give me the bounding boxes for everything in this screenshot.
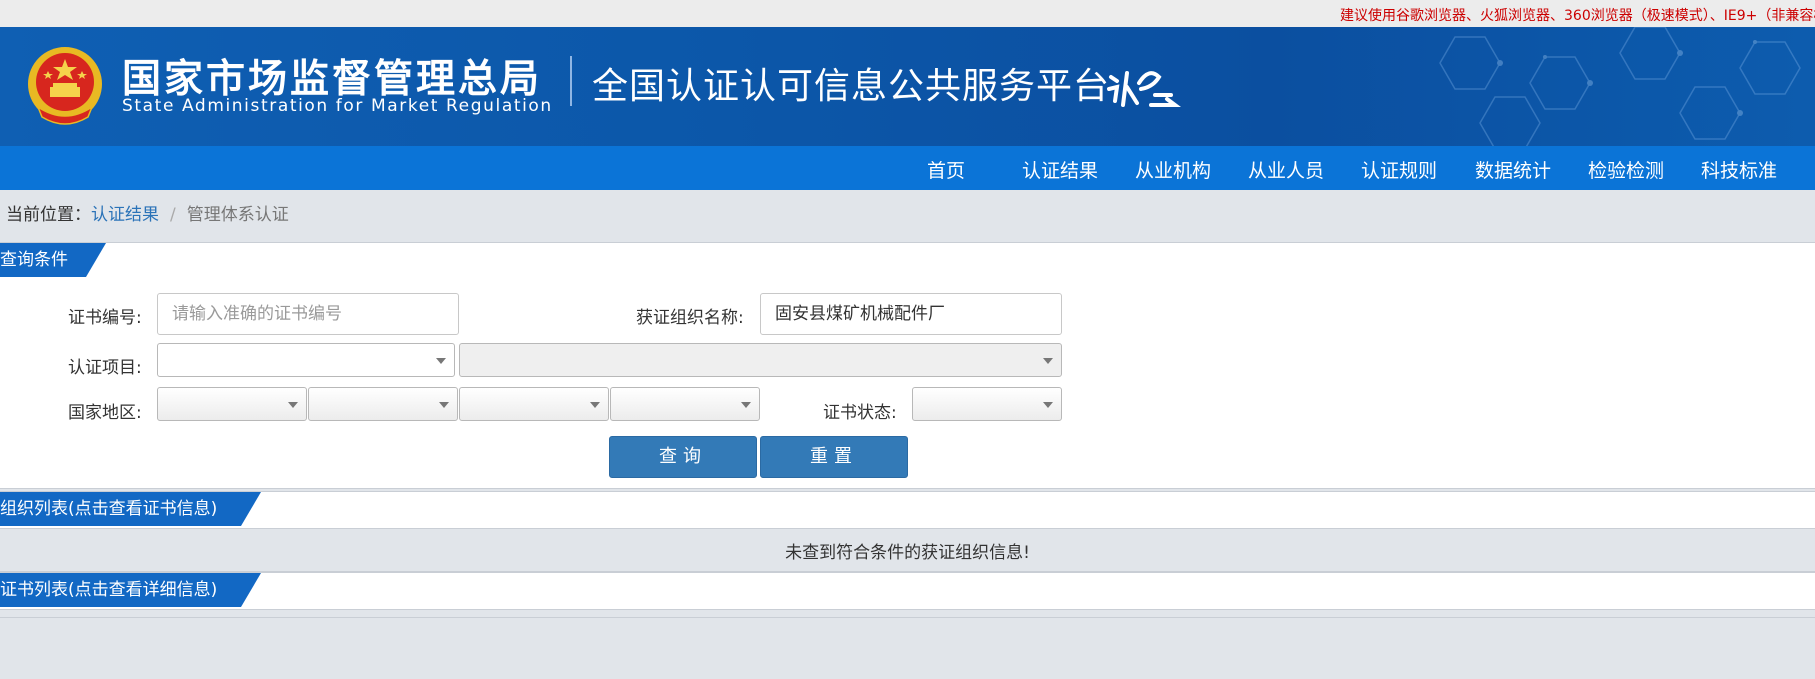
- chevron-down-icon: [590, 402, 600, 408]
- region-select-city[interactable]: [459, 387, 609, 421]
- chevron-down-icon: [1043, 358, 1053, 364]
- query-panel-title: 查询条件: [0, 243, 106, 277]
- org-name-label: 获证组织名称:: [636, 308, 744, 328]
- reset-button[interactable]: 重置: [760, 436, 908, 478]
- nav-inspection[interactable]: 检验检测: [1588, 156, 1664, 183]
- nav-home[interactable]: 首页: [927, 156, 965, 183]
- cert-status-select[interactable]: [912, 387, 1062, 421]
- header-divider: [570, 56, 572, 106]
- hexagon-pattern-decoration: [1439, 27, 1801, 146]
- chevron-down-icon: [741, 402, 751, 408]
- cert-project-select[interactable]: [157, 343, 455, 377]
- nav-institutions[interactable]: 从业机构: [1135, 156, 1211, 183]
- search-button[interactable]: 查询: [609, 436, 757, 478]
- region-select-province[interactable]: [308, 387, 458, 421]
- nav-statistics[interactable]: 数据统计: [1475, 156, 1551, 183]
- region-label: 国家地区:: [68, 403, 142, 423]
- cert-project-label: 认证项目:: [68, 358, 142, 378]
- region-select-district[interactable]: [610, 387, 760, 421]
- breadcrumb-link-cert-results[interactable]: 认证结果: [91, 205, 159, 225]
- platform-title: 全国认证认可信息公共服务平台: [592, 66, 1111, 107]
- org-name-input[interactable]: 固安县煤矿机械配件厂: [760, 293, 1062, 335]
- national-emblem-icon: [28, 47, 102, 125]
- content-bottom-divider: [0, 617, 1815, 618]
- breadcrumb-separator: /: [170, 205, 176, 225]
- nav-tech-standards[interactable]: 科技标准: [1701, 156, 1777, 183]
- org-list-panel: 组织列表(点击查看证书信息): [0, 491, 1815, 529]
- org-list-empty-message: 未查到符合条件的获证组织信息!: [0, 536, 1815, 572]
- cert-list-title: 证书列表(点击查看详细信息): [0, 573, 261, 607]
- nav-personnel[interactable]: 从业人员: [1248, 156, 1324, 183]
- org-list-title: 组织列表(点击查看证书信息): [0, 492, 261, 526]
- browser-notice-text: 建议使用谷歌浏览器、火狐浏览器、360浏览器（极速模式）、IE9+（非兼容模式）: [1340, 8, 1815, 24]
- cert-status-label: 证书状态:: [823, 403, 897, 423]
- chevron-down-icon: [436, 358, 446, 364]
- breadcrumb: 当前位置：认证结果 / 管理体系认证: [6, 200, 289, 225]
- header-banner: 国家市场监督管理总局 State Administration for Mark…: [0, 27, 1815, 146]
- agency-name-english: State Administration for Market Regulati…: [122, 96, 553, 116]
- nav-cert-rules[interactable]: 认证规则: [1361, 156, 1437, 183]
- breadcrumb-prefix: 当前位置：: [6, 205, 91, 225]
- chevron-down-icon: [439, 402, 449, 408]
- breadcrumb-current: 管理体系认证: [186, 205, 289, 225]
- renyun-logo-icon: [1107, 71, 1181, 107]
- browser-notice-bar: 建议使用谷歌浏览器、火狐浏览器、360浏览器（极速模式）、IE9+（非兼容模式）: [0, 0, 1815, 28]
- chevron-down-icon: [1043, 402, 1053, 408]
- nav-cert-results[interactable]: 认证结果: [1022, 156, 1098, 183]
- chevron-down-icon: [288, 402, 298, 408]
- cert-no-input[interactable]: 请输入准确的证书编号: [157, 293, 459, 335]
- main-nav: 首页 认证结果 从业机构 从业人员 认证规则 数据统计 检验检测 科技标准: [0, 146, 1815, 190]
- cert-no-label: 证书编号:: [68, 308, 142, 328]
- cert-list-panel: 证书列表(点击查看详细信息): [0, 572, 1815, 610]
- region-select-country[interactable]: [157, 387, 307, 421]
- cert-subproject-select[interactable]: [459, 343, 1062, 377]
